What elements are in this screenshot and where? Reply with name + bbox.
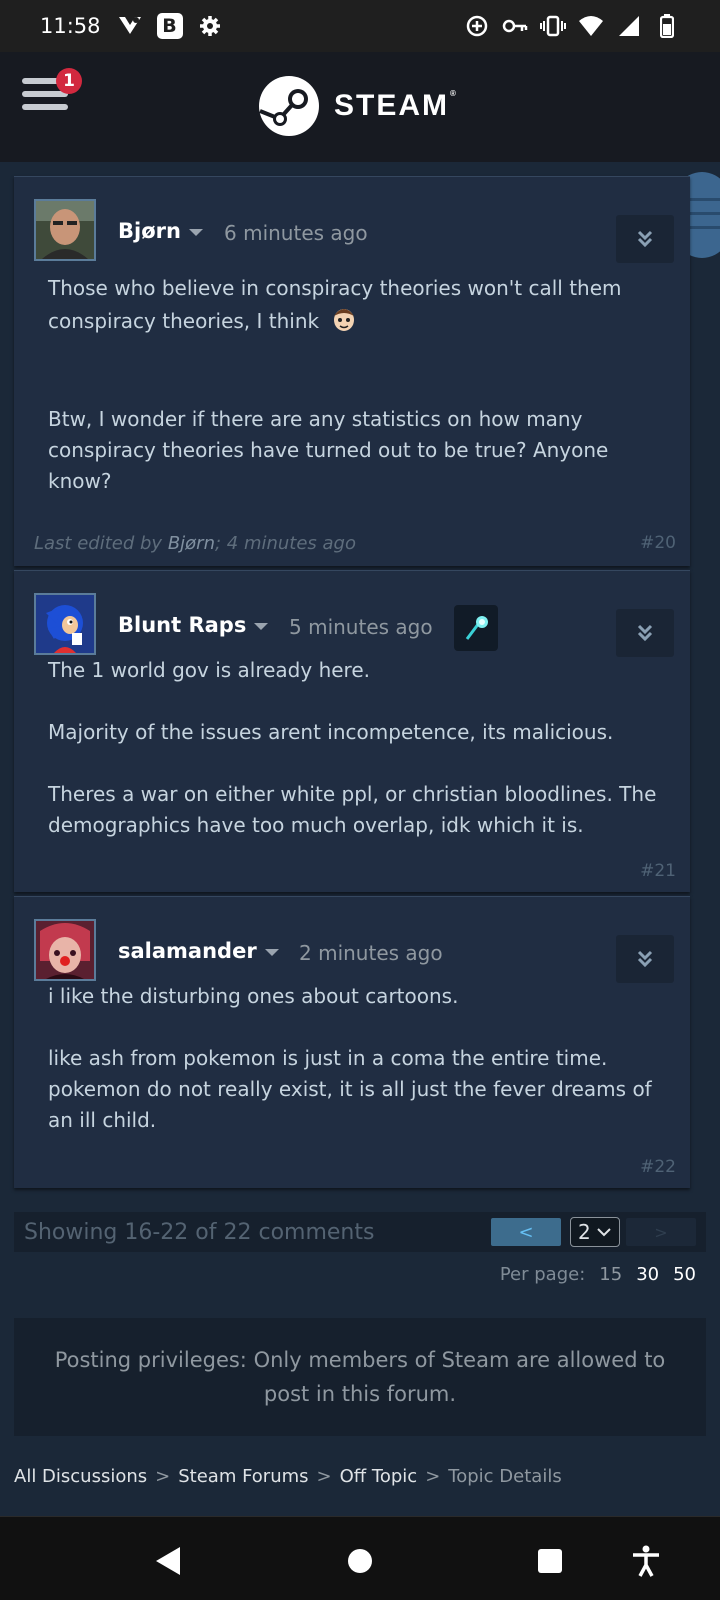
edited-note: Last edited by Bjørn; 4 minutes ago	[34, 533, 356, 554]
post-number[interactable]: #21	[640, 861, 676, 881]
per-page-option[interactable]: 50	[673, 1264, 696, 1285]
home-button[interactable]	[340, 1541, 380, 1581]
edited-suffix: ; 4 minutes ago	[214, 533, 356, 554]
double-chevron-down-icon	[637, 230, 653, 248]
gear-icon	[197, 13, 223, 39]
breadcrumb-topic-details: Topic Details	[448, 1466, 562, 1487]
steam-logo[interactable]: STEAM®	[258, 75, 458, 137]
double-chevron-down-icon	[637, 624, 653, 642]
post-body: Those who believe in conspiracy theories…	[48, 273, 666, 497]
cell-signal-icon	[616, 13, 642, 39]
per-page-selector: Per page: 15 30 50	[500, 1264, 696, 1285]
post-paragraph: Majority of the issues arent incompetenc…	[48, 720, 614, 744]
post-paragraph: like ash from pokemon is just in a coma …	[48, 1046, 652, 1132]
breadcrumb-separator: >	[155, 1466, 171, 1487]
recents-square-icon	[538, 1549, 562, 1573]
posting-privileges-notice: Posting privileges: Only members of Stea…	[14, 1318, 706, 1436]
status-bar: 11:58 B	[0, 0, 720, 52]
back-button[interactable]	[148, 1541, 188, 1581]
post-menu-button[interactable]	[616, 609, 674, 657]
author-name[interactable]: Blunt Raps	[118, 613, 246, 637]
post-author[interactable]: Bjørn	[118, 219, 203, 243]
float-line	[686, 198, 720, 201]
emoticon-icon	[331, 304, 357, 341]
accessibility-button[interactable]	[626, 1541, 666, 1581]
author-name[interactable]: salamander	[118, 939, 257, 963]
signal-fox-icon	[117, 13, 143, 39]
avatar[interactable]	[34, 199, 96, 261]
comment-count: Showing 16-22 of 22 comments	[24, 1219, 375, 1245]
post-menu-button[interactable]	[616, 935, 674, 983]
per-page-option[interactable]: 30	[636, 1264, 659, 1285]
per-page-label: Per page:	[499, 1264, 586, 1285]
next-page-button[interactable]: >	[626, 1218, 696, 1246]
author-name[interactable]: Bjørn	[118, 219, 181, 243]
notification-badge[interactable]: 1	[56, 68, 82, 94]
breadcrumb: All Discussions > Steam Forums > Off Top…	[14, 1466, 562, 1487]
vpn-key-icon	[502, 13, 528, 39]
post-paragraph: Btw, I wonder if there are any statistic…	[48, 407, 609, 493]
forum-post: Bjørn 6 minutes ago Those who believe in…	[14, 176, 690, 566]
post-number[interactable]: #20	[640, 533, 676, 553]
award-badge[interactable]	[454, 605, 498, 651]
breadcrumb-off-topic[interactable]: Off Topic	[340, 1466, 418, 1487]
float-line	[686, 212, 720, 215]
comet-award-icon	[465, 616, 488, 640]
avatar[interactable]	[34, 919, 96, 981]
post-timestamp: 6 minutes ago	[224, 221, 368, 245]
forum-post: Blunt Raps 5 minutes ago The 1 world gov…	[14, 570, 690, 892]
steam-logo-icon	[259, 76, 319, 136]
post-author[interactable]: salamander	[118, 939, 279, 963]
post-paragraph: i like the disturbing ones about cartoon…	[48, 984, 459, 1008]
post-menu-button[interactable]	[616, 215, 674, 263]
caret-down-icon[interactable]	[254, 623, 269, 630]
caret-down-icon[interactable]	[264, 949, 279, 956]
post-number[interactable]: #22	[640, 1157, 676, 1177]
b-app-icon: B	[156, 13, 183, 39]
accessibility-icon	[633, 1545, 659, 1577]
post-paragraph: The 1 world gov is already here.	[48, 658, 370, 682]
edited-by-link[interactable]: Bjørn	[168, 533, 215, 554]
page-select[interactable]: 2	[570, 1217, 620, 1247]
pagination-bar: Showing 16-22 of 22 comments < 2 >	[14, 1212, 706, 1252]
status-time: 11:58	[40, 14, 101, 38]
post-body: The 1 world gov is already here. Majorit…	[48, 655, 666, 841]
post-body: i like the disturbing ones about cartoon…	[48, 981, 666, 1136]
menu-icon-bar	[22, 104, 68, 110]
breadcrumb-separator: >	[316, 1466, 332, 1487]
post-author[interactable]: Blunt Raps	[118, 613, 269, 637]
back-triangle-icon	[156, 1547, 180, 1575]
float-line	[686, 226, 720, 229]
edited-prefix: Last edited by	[34, 533, 163, 554]
post-timestamp: 5 minutes ago	[289, 615, 433, 639]
double-chevron-down-icon	[637, 950, 653, 968]
forum-post: salamander 2 minutes ago i like the dist…	[14, 896, 690, 1188]
wifi-icon	[578, 13, 604, 39]
battery-icon	[654, 13, 680, 39]
notice-text: Posting privileges: Only members of Stea…	[54, 1348, 666, 1406]
caret-down-icon[interactable]	[188, 229, 203, 236]
steam-logo-text: STEAM®	[334, 89, 458, 122]
per-page-option[interactable]: 15	[599, 1264, 622, 1285]
post-paragraph: Theres a war on either white ppl, or chr…	[48, 782, 657, 837]
page-select-value: 2	[578, 1220, 591, 1244]
data-saver-icon	[464, 13, 490, 39]
vibrate-icon	[540, 13, 566, 39]
avatar[interactable]	[34, 593, 96, 655]
steam-header: 1 STEAM®	[0, 52, 720, 162]
breadcrumb-separator: >	[425, 1466, 441, 1487]
breadcrumb-all-discussions[interactable]: All Discussions	[14, 1466, 147, 1487]
recents-button[interactable]	[530, 1541, 570, 1581]
system-nav-bar	[0, 1516, 720, 1600]
prev-page-button[interactable]: <	[491, 1218, 561, 1246]
chevron-down-icon	[597, 1228, 611, 1237]
home-circle-icon	[348, 1549, 372, 1573]
post-timestamp: 2 minutes ago	[299, 941, 443, 965]
breadcrumb-steam-forums[interactable]: Steam Forums	[178, 1466, 308, 1487]
